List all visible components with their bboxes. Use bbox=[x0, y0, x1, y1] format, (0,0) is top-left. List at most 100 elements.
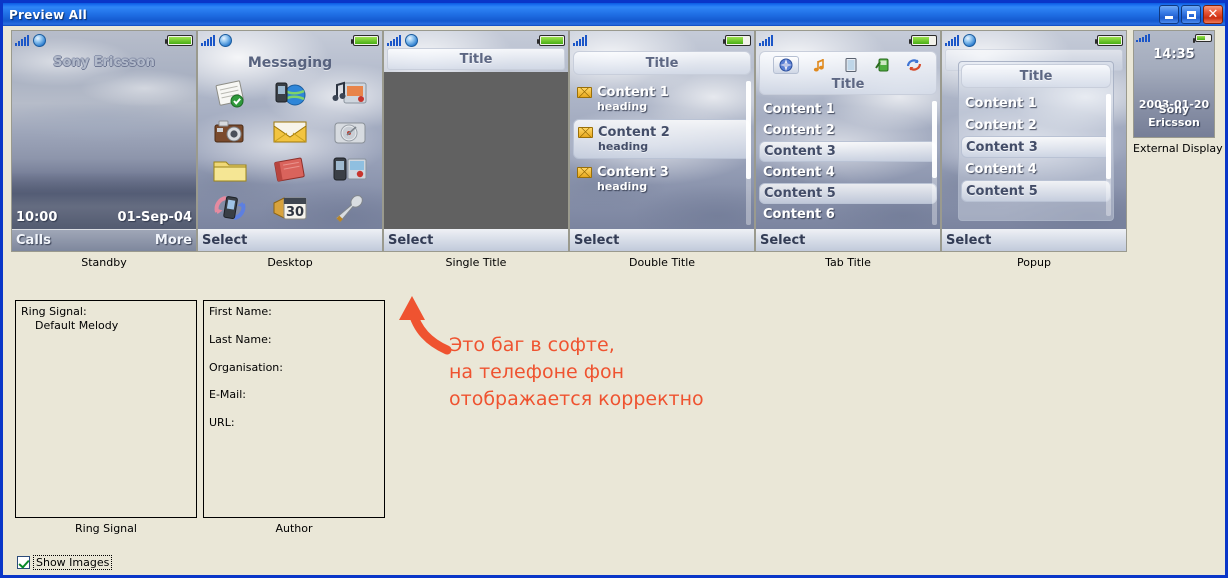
camera-icon[interactable] bbox=[210, 115, 250, 149]
signal-strength-icon bbox=[15, 34, 29, 46]
maximize-button[interactable] bbox=[1181, 5, 1201, 24]
list-item-subtext: heading bbox=[597, 180, 648, 193]
signal-strength-icon bbox=[759, 34, 773, 46]
external-time: 14:35 bbox=[1153, 47, 1195, 62]
softkey-bar-tab: Select bbox=[756, 229, 940, 251]
list-item[interactable]: Content 2 bbox=[759, 120, 937, 141]
phone-screen-double-title: Title Content 1 heading Content 2 headin… bbox=[569, 30, 755, 252]
green-phone-icon[interactable] bbox=[874, 57, 892, 73]
softkey-bar-double: Select bbox=[570, 229, 754, 251]
envelope-icon bbox=[577, 87, 592, 98]
softkey-right-more[interactable]: More bbox=[155, 233, 192, 248]
list-item[interactable]: Content 2 bbox=[961, 114, 1111, 136]
preview-external-display[interactable]: 14:35 2003-01-20 Sony Ericsson External … bbox=[1133, 30, 1223, 155]
scrollbar[interactable] bbox=[932, 101, 937, 225]
calendar-30-icon[interactable]: 30 bbox=[270, 191, 310, 225]
preview-popup[interactable]: Title Content 1 Content 2 Content 3 Cont… bbox=[941, 30, 1127, 269]
list-item-label: Content 2 bbox=[598, 125, 670, 140]
caption-ring-signal: Ring Signal bbox=[75, 522, 137, 535]
phone-screen-popup: Title Content 1 Content 2 Content 3 Cont… bbox=[941, 30, 1127, 252]
softkey-left-select[interactable]: Select bbox=[574, 233, 619, 248]
softkey-left-calls[interactable]: Calls bbox=[16, 233, 51, 248]
signal-strength-icon bbox=[573, 34, 587, 46]
popup-title: Title bbox=[961, 64, 1111, 88]
list-item[interactable]: Content 5 bbox=[961, 180, 1111, 202]
list-item-subtext: heading bbox=[597, 100, 648, 113]
battery-icon bbox=[909, 34, 937, 46]
close-button[interactable]: ✕ bbox=[1203, 5, 1223, 24]
bugged-gray-body bbox=[384, 72, 568, 229]
caption-double-title: Double Title bbox=[628, 256, 696, 269]
phone-screen-tab-title: Title Content 1 Content 2 Content 3 Cont… bbox=[755, 30, 941, 252]
sync-phone-icon[interactable] bbox=[210, 191, 250, 225]
ring-signal-box[interactable]: Ring Signal: Default Melody bbox=[15, 300, 197, 518]
multimedia-icon[interactable] bbox=[330, 77, 370, 111]
minimize-button[interactable] bbox=[1159, 5, 1179, 24]
envelope-icon bbox=[577, 167, 592, 178]
author-field-last-name: Last Name: bbox=[209, 332, 272, 346]
list-item-label: Content 2 bbox=[763, 123, 835, 138]
caption-tab-title: Tab Title bbox=[825, 256, 871, 269]
list-item-label: Content 1 bbox=[763, 102, 835, 117]
network-globe-icon bbox=[963, 33, 976, 47]
list-item-label: Content 3 bbox=[597, 165, 669, 180]
list-item[interactable]: Content 5 bbox=[759, 183, 937, 204]
pane-title-single: Title bbox=[387, 48, 565, 70]
list-item[interactable]: Content 2 heading bbox=[573, 119, 751, 159]
preview-desktop[interactable]: Messaging 30 Select Desktop bbox=[197, 30, 383, 269]
list-item[interactable]: Content 4 bbox=[759, 162, 937, 183]
show-images-label[interactable]: Show Images bbox=[33, 555, 113, 570]
folder-icon[interactable] bbox=[210, 153, 250, 187]
author-field-email: E-Mail: bbox=[209, 388, 246, 402]
preview-single-title[interactable]: Title Select Single Title bbox=[383, 30, 569, 269]
pane-title-double: Title bbox=[573, 51, 751, 75]
list-item[interactable]: Content 6 bbox=[759, 204, 937, 225]
preview-standby[interactable]: Sony Ericsson 10:00 01-Sep-04 Calls More… bbox=[11, 30, 197, 269]
list-item[interactable]: Content 3 bbox=[961, 136, 1111, 158]
notes-icon[interactable] bbox=[210, 77, 250, 111]
author-field-organisation: Organisation: bbox=[209, 360, 283, 374]
softkey-left-select[interactable]: Select bbox=[946, 233, 991, 248]
standby-brand-text: Sony Ericsson bbox=[53, 55, 155, 70]
author-box[interactable]: First Name: Last Name: Organisation: E-M… bbox=[203, 300, 385, 518]
signal-strength-icon bbox=[945, 34, 959, 46]
content-list-tab: Content 1 Content 2 Content 3 Content 4 … bbox=[759, 99, 937, 227]
scrollbar[interactable] bbox=[746, 81, 751, 225]
book-icon[interactable] bbox=[843, 57, 861, 73]
svg-text:30: 30 bbox=[286, 205, 304, 220]
list-item[interactable]: Content 1 bbox=[961, 92, 1111, 114]
music-player-icon[interactable] bbox=[330, 115, 370, 149]
web-phone-icon[interactable] bbox=[270, 77, 310, 111]
preview-double-title[interactable]: Title Content 1 heading Content 2 headin… bbox=[569, 30, 755, 269]
sync-arrows-icon[interactable] bbox=[905, 57, 923, 73]
standby-date: 01-Sep-04 bbox=[117, 210, 192, 225]
softkey-bar-popup: Select bbox=[942, 229, 1126, 251]
compass-icon[interactable] bbox=[772, 56, 799, 74]
list-item[interactable]: Content 1 bbox=[759, 99, 937, 120]
music-note-icon[interactable] bbox=[812, 57, 830, 73]
list-item-label: Content 4 bbox=[763, 165, 835, 180]
checkbox-box[interactable] bbox=[17, 556, 30, 569]
scrollbar[interactable] bbox=[1106, 94, 1111, 216]
list-item[interactable]: Content 3 heading bbox=[573, 159, 751, 199]
list-item[interactable]: Content 4 bbox=[961, 158, 1111, 180]
organizer-book-icon[interactable] bbox=[270, 153, 310, 187]
panel-author: First Name: Last Name: Organisation: E-M… bbox=[203, 300, 385, 535]
softkey-left-select[interactable]: Select bbox=[760, 233, 805, 248]
window-controls: ✕ bbox=[1159, 5, 1223, 24]
ring-signal-value: Default Melody bbox=[35, 318, 119, 332]
softkey-left-select[interactable]: Select bbox=[388, 233, 433, 248]
envelope-icon[interactable] bbox=[270, 115, 310, 149]
phone-screen-desktop: Messaging 30 Select bbox=[197, 30, 383, 252]
softkey-bar-standby: Calls More bbox=[12, 229, 196, 251]
preview-tab-title[interactable]: Title Content 1 Content 2 Content 3 Cont… bbox=[755, 30, 941, 269]
show-images-checkbox[interactable]: Show Images bbox=[17, 555, 113, 570]
panel-ring-signal: Ring Signal: Default Melody Ring Signal bbox=[15, 300, 197, 535]
list-item[interactable]: Content 3 bbox=[759, 141, 937, 162]
list-item[interactable]: Content 1 heading bbox=[573, 79, 751, 119]
phone-image-icon[interactable] bbox=[330, 153, 370, 187]
settings-wrench-icon[interactable] bbox=[330, 191, 370, 225]
window-titlebar: Preview All ✕ bbox=[3, 3, 1225, 26]
list-item-label: Content 1 bbox=[597, 85, 669, 100]
softkey-left-select[interactable]: Select bbox=[202, 233, 247, 248]
